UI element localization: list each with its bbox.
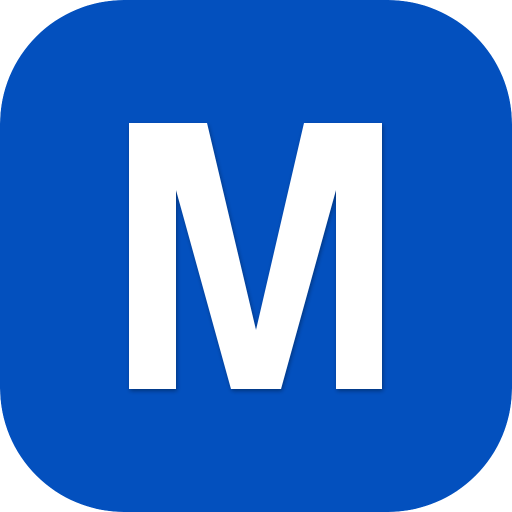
app-icon[interactable]: M — [0, 0, 512, 512]
app-icon-graphic: M — [0, 0, 512, 512]
icon-background — [0, 0, 512, 512]
